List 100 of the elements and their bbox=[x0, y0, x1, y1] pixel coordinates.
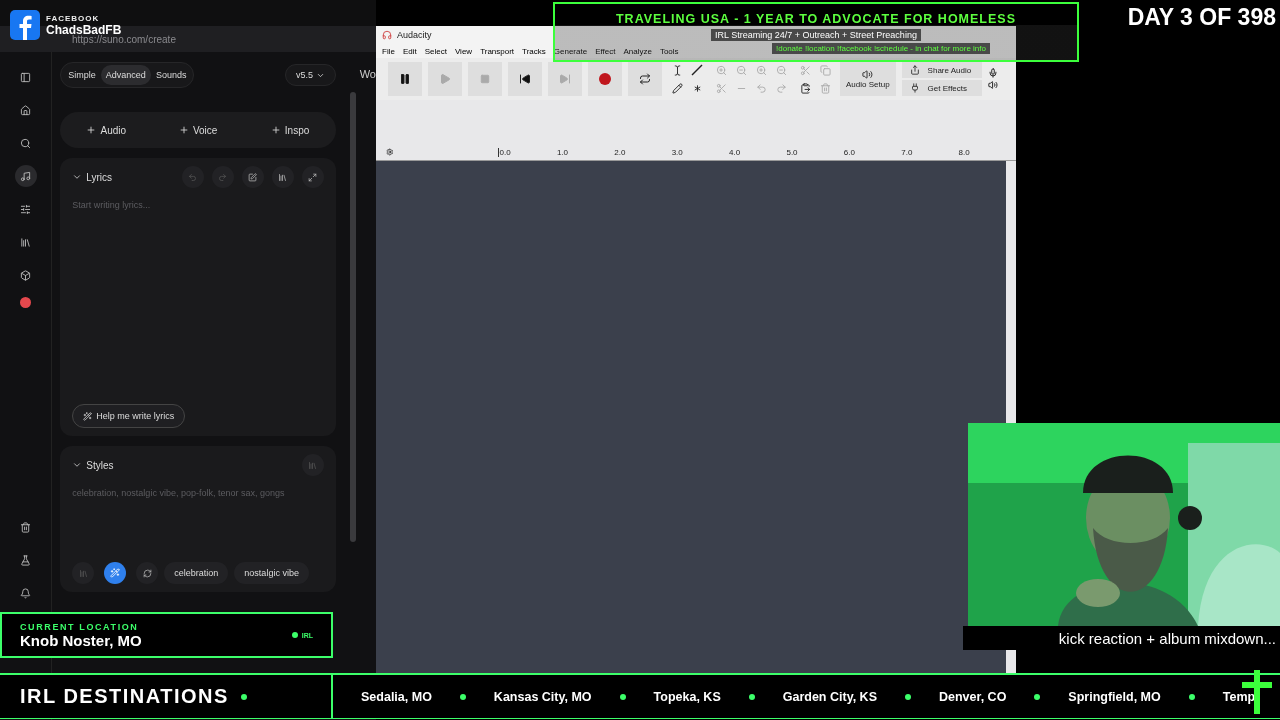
section-title: Styles bbox=[86, 459, 114, 471]
window-title: Audacity bbox=[397, 30, 432, 40]
pause-icon bbox=[399, 73, 411, 85]
speaker-icon bbox=[987, 80, 998, 90]
destination-name: Garden City, KS bbox=[782, 689, 877, 704]
live-dot-icon bbox=[240, 693, 247, 700]
skip-back-button[interactable] bbox=[508, 62, 542, 96]
share-icon bbox=[909, 65, 920, 75]
menu-item[interactable]: View bbox=[454, 46, 473, 56]
music-icon[interactable] bbox=[14, 165, 37, 187]
separator-dot-icon bbox=[1188, 693, 1195, 700]
banner-subtitle: IRL Streaming 24/7 + Outreach + Street Preaching bbox=[711, 29, 921, 41]
location-label: CURRENT LOCATION bbox=[20, 621, 140, 632]
ruler-label: 1.0 bbox=[556, 147, 569, 157]
wand-button[interactable] bbox=[104, 562, 127, 584]
url-field[interactable]: https://suno.com/create bbox=[72, 33, 176, 45]
destination-name: Denver, CO bbox=[938, 689, 1007, 704]
redo-icon bbox=[218, 172, 228, 182]
chevron-down-icon bbox=[72, 172, 83, 182]
separator-dot-icon bbox=[1034, 693, 1041, 700]
style-chip[interactable]: celebration bbox=[164, 562, 229, 584]
edit-icon bbox=[248, 172, 258, 182]
ruler-label: 0.0 bbox=[499, 147, 512, 157]
mode-tab[interactable]: Advanced bbox=[100, 65, 151, 85]
menu-item[interactable]: Edit bbox=[402, 46, 417, 56]
section-title: Lyrics bbox=[86, 171, 113, 183]
speaker-icon bbox=[862, 69, 874, 80]
ruler-label: 3.0 bbox=[671, 147, 684, 157]
loop-icon bbox=[639, 73, 651, 85]
ruler-label: 7.0 bbox=[901, 147, 914, 157]
separator-dot-icon bbox=[748, 693, 755, 700]
share-audio-button[interactable]: Share Audio bbox=[901, 62, 982, 78]
destination-name: Temp bbox=[1222, 689, 1256, 704]
menu-item[interactable]: Transport bbox=[480, 46, 515, 56]
menu-item[interactable]: File bbox=[382, 46, 395, 56]
record-dot-icon[interactable] bbox=[20, 297, 32, 308]
stop-icon bbox=[480, 74, 490, 84]
ruler-label: 8.0 bbox=[958, 147, 971, 157]
version-dropdown[interactable]: v5.5 bbox=[284, 64, 336, 86]
microphone-icon bbox=[987, 68, 998, 78]
play-icon bbox=[439, 73, 451, 85]
chat-commands: !donate !location !facebook !schedule - in chat for more info bbox=[772, 43, 990, 54]
chevron-down-icon bbox=[72, 460, 83, 470]
undo-icon bbox=[188, 172, 198, 182]
ruler-label: 5.0 bbox=[786, 147, 799, 157]
wand-icon bbox=[83, 411, 93, 421]
record-button[interactable] bbox=[588, 62, 622, 96]
skip-back-icon bbox=[519, 73, 531, 85]
refresh-button[interactable] bbox=[136, 562, 159, 584]
menu-item[interactable]: Effect bbox=[595, 46, 616, 56]
edit-button[interactable] bbox=[242, 166, 264, 188]
destination-name: Sedalia, MO bbox=[361, 689, 432, 704]
menu-item[interactable]: Tools bbox=[659, 46, 679, 56]
library-icon bbox=[308, 460, 318, 470]
ruler-label: 2.0 bbox=[614, 147, 627, 157]
facebook-logo-icon bbox=[10, 10, 40, 40]
live-dot-icon bbox=[291, 632, 298, 638]
plus-icon bbox=[178, 125, 189, 135]
headphones-icon bbox=[382, 30, 392, 40]
mode-tab[interactable]: Simple bbox=[63, 65, 101, 85]
destination-name: Kansas City, MO bbox=[493, 689, 592, 704]
plus-icon bbox=[270, 125, 281, 135]
menu-item[interactable]: Select bbox=[424, 46, 447, 56]
refresh-icon bbox=[142, 568, 152, 578]
ruler-label: 4.0 bbox=[729, 147, 742, 157]
add-button[interactable]: Voice bbox=[152, 112, 245, 148]
ticker-title: IRL DESTINATIONS bbox=[20, 685, 229, 708]
library-button[interactable] bbox=[272, 166, 294, 188]
day-counter: DAY 3 OF 398 bbox=[1127, 4, 1276, 31]
destination-name: Springfield, MO bbox=[1068, 689, 1161, 704]
scrollbar[interactable] bbox=[350, 92, 356, 542]
loop-button[interactable] bbox=[628, 62, 662, 96]
expand-button[interactable] bbox=[302, 166, 324, 188]
banner-title: TRAVELING USA - 1 YEAR TO ADVOCATE FOR HOMELESS bbox=[615, 12, 1016, 26]
menu-item[interactable]: Tracks bbox=[522, 46, 546, 56]
audio-setup-button[interactable]: Audio Setup bbox=[840, 62, 896, 96]
settings-icon[interactable] bbox=[386, 147, 394, 157]
skip-forward-icon bbox=[559, 73, 571, 85]
separator-dot-icon bbox=[459, 693, 466, 700]
wand-icon bbox=[110, 568, 121, 578]
help-write-button[interactable]: Help me write lyrics bbox=[72, 404, 186, 428]
library-icon bbox=[78, 568, 88, 578]
mode-tab[interactable]: Sounds bbox=[150, 65, 192, 85]
add-button[interactable]: Inspo bbox=[244, 112, 336, 148]
plug-icon bbox=[909, 83, 920, 93]
add-button[interactable]: Audio bbox=[60, 112, 153, 148]
record-icon bbox=[599, 73, 611, 85]
location-name: Knob Noster, MO bbox=[20, 631, 143, 649]
expand-icon bbox=[308, 172, 318, 182]
menu-item[interactable]: Analyze bbox=[623, 46, 652, 56]
style-chip[interactable]: nostalgic vibe bbox=[234, 562, 309, 584]
pause-button[interactable] bbox=[388, 62, 422, 96]
library-icon bbox=[278, 172, 288, 182]
separator-dot-icon bbox=[619, 693, 626, 700]
get-effects-button[interactable]: Get Effects bbox=[901, 80, 982, 96]
plus-icon bbox=[86, 125, 97, 135]
separator-dot-icon bbox=[904, 693, 911, 700]
overlay-label: FACEBOOK bbox=[46, 13, 101, 23]
ruler-label: 6.0 bbox=[843, 147, 856, 157]
destination-name: Topeka, KS bbox=[653, 689, 721, 704]
